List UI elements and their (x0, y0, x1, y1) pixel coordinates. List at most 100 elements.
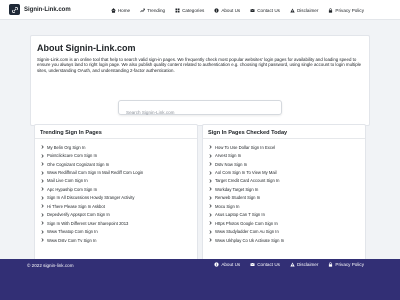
list-item-label: Mail Live Com Sign In (47, 178, 88, 184)
list-item-label: Workday Target Sign In (215, 186, 259, 192)
chevron-right-icon (41, 153, 44, 158)
list-item-label: Aol Com Sign In To View My Mail (215, 170, 277, 176)
list-item[interactable]: Target Credit Card Account Sign In (209, 177, 284, 185)
nav-home-label: Home (117, 7, 131, 13)
chevron-right-icon (41, 145, 44, 149)
nav-categories[interactable]: Categories (175, 8, 204, 13)
list-item[interactable]: Apc Hypaship Com Sign In (41, 185, 143, 193)
list-item[interactable]: Www Theatop Com Sign In (41, 227, 143, 235)
chevron-right-icon (41, 179, 44, 183)
list-item[interactable]: Www Studyladder Com Au Sign In (209, 227, 284, 235)
alert-icon (290, 8, 295, 12)
chevron-right-icon (209, 153, 212, 158)
list-item[interactable]: Www Dstv Com Tv Sign In (41, 236, 143, 244)
chevron-right-icon (41, 196, 44, 200)
nav-disclaimer-label: Disclaimer (296, 7, 319, 13)
checked-today-title: Sign In Pages Checked Today (208, 130, 288, 136)
brand-link[interactable]: Signin-Link.com (9, 4, 71, 15)
chevron-right-icon (41, 170, 44, 175)
chevron-right-icon (209, 196, 212, 200)
chevron-right-icon (209, 204, 212, 209)
list-item-label: Asus Laptop Can T Sign In (215, 212, 265, 218)
chevron-right-icon (41, 162, 44, 166)
list-item-label: Dstv Now Sign In (215, 161, 248, 167)
lock-icon (329, 262, 333, 267)
list-item-label: Target Credit Card Account Sign In (215, 178, 280, 184)
lock-icon (329, 7, 333, 13)
footer-disclaimer-link[interactable]: Disclaimer (290, 262, 318, 267)
list-item-label: Pointclickcare Com Sign In (47, 153, 98, 159)
list-item-label: Www Theatop Com Sign In (47, 229, 98, 235)
home-icon (111, 7, 116, 13)
nav-disclaimer[interactable]: Disclaimer (290, 8, 318, 13)
trending-title: Trending Sign In Pages (40, 130, 102, 136)
chevron-right-icon (41, 238, 44, 242)
nav-about-label: About Us (221, 7, 241, 13)
chevron-right-icon (209, 238, 212, 242)
info-icon (214, 7, 219, 13)
chevron-right-icon (209, 162, 212, 166)
footer-about-label: About Us (221, 262, 241, 267)
chevron-right-icon (209, 179, 212, 183)
link-icon (9, 4, 20, 15)
footer-disclaimer-label: Disclaimer (296, 262, 319, 267)
footer-links: About Us Contact Us Disclaimer Privacy P… (214, 262, 364, 267)
list-item-label: Hi There Please Sign In Askbot (47, 203, 105, 209)
nav-privacy[interactable]: Privacy Policy (328, 8, 364, 13)
list-item[interactable]: Pointclickcare Com Sign In (41, 151, 143, 159)
nav-contact-label: Contact Us (257, 7, 280, 13)
about-description: Signin-Link.com is an online tool that h… (37, 57, 362, 73)
list-item[interactable]: Hi There Please Sign In Askbot (41, 202, 143, 210)
list-item[interactable]: Workday Target Sign In (209, 185, 284, 193)
list-item[interactable]: Aol Com Sign In To View My Mail (209, 168, 284, 176)
list-item-label: Www Rediffmail Com Sign In Mail Rediff C… (47, 170, 144, 176)
brand-name: Signin-Link.com (24, 6, 71, 13)
trending-list: My Belin Org Sign In Pointclickcare Com … (41, 143, 143, 244)
list-item[interactable]: Dstv Now Sign In (209, 160, 284, 168)
list-item[interactable]: My Belin Org Sign In (41, 143, 143, 151)
list-item[interactable]: How To Use Dollar Sign In Excel (209, 143, 284, 151)
chevron-right-icon (209, 212, 212, 217)
list-item[interactable]: Renweb Student Sign In (209, 194, 284, 202)
list-item[interactable]: Www Rediffmail Com Sign In Mail Rediff C… (41, 168, 143, 176)
footer-about-link[interactable]: About Us (214, 262, 240, 267)
list-item[interactable]: Sign In With Different User Sharepoint 2… (41, 219, 143, 227)
list-item-label: Apc Hypaship Com Sign In (47, 186, 98, 192)
list-item-label: Mocu Sign In (215, 203, 240, 209)
divider (35, 138, 197, 139)
footer-privacy-link[interactable]: Privacy Policy (328, 262, 364, 267)
list-item-label: Sign In All Discussions Howdy Stranger A… (47, 195, 135, 201)
list-item[interactable]: Sign In All Discussions Howdy Stranger A… (41, 194, 143, 202)
nav-trending-label: Trending (147, 7, 166, 13)
footer-contact-link[interactable]: Contact Us (250, 262, 280, 267)
about-title: About Signin-Link.com (37, 43, 136, 53)
nav-about[interactable]: About Us (214, 8, 240, 13)
nav-contact[interactable]: Contact Us (250, 8, 280, 13)
nav-categories-label: Categories (182, 7, 205, 13)
list-item[interactable]: Https Photos Google Com Sign In (209, 219, 284, 227)
footer-contact-label: Contact Us (257, 262, 280, 267)
top-navbar: Signin-Link.com Home Trending Categories… (0, 0, 400, 20)
list-item-label: Sign In With Different User Sharepoint 2… (47, 220, 129, 226)
nav-home[interactable]: Home (111, 8, 130, 13)
list-item-label: Www Dstv Com Tv Sign In (47, 237, 97, 243)
list-item[interactable]: Depedverify Appspot Com Sign In (41, 211, 143, 219)
list-item[interactable]: Www Ukhplay Co Uk Activate Sign In (209, 236, 284, 244)
list-item[interactable]: Ohe Cognizant Cognizant Sign In (41, 160, 143, 168)
list-item[interactable]: Asus Laptop Can T Sign In (209, 211, 284, 219)
list-item-label: Www Studyladder Com Au Sign In (215, 229, 279, 235)
main-nav: Home Trending Categories About Us Contac… (111, 0, 364, 20)
list-item[interactable]: Mail Live Com Sign In (41, 177, 143, 185)
envelope-icon (250, 8, 255, 12)
alert-icon (290, 262, 295, 267)
chevron-right-icon (41, 221, 44, 225)
list-item-label: Arvest Sign In (215, 153, 242, 159)
chevron-right-icon (209, 221, 212, 225)
nav-trending[interactable]: Trending (140, 8, 165, 13)
list-item-label: Https Photos Google Com Sign In (215, 220, 278, 226)
list-item[interactable]: Arvest Sign In (209, 151, 284, 159)
search-input[interactable] (119, 106, 281, 119)
chevron-right-icon (41, 212, 44, 217)
list-item[interactable]: Mocu Sign In (209, 202, 284, 210)
info-icon (214, 262, 219, 267)
